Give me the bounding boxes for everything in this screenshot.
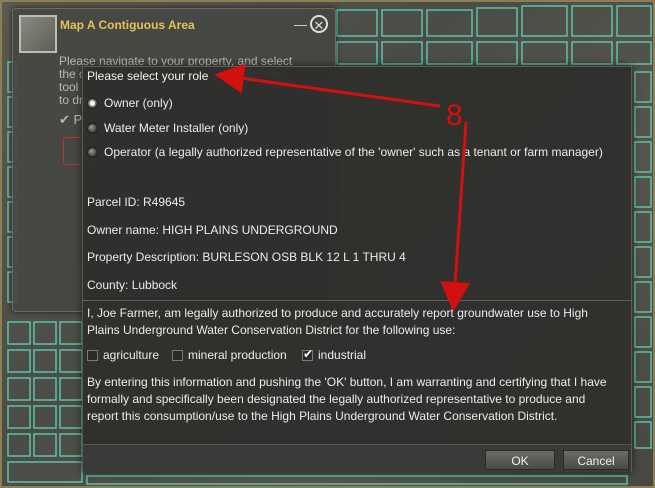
panel-title: Map A Contiguous Area [60,18,195,32]
role-label-owner: Owner (only) [104,96,173,110]
role-label-operator: Operator (a legally authorized represent… [104,145,603,159]
role-option-water-meter-installer[interactable]: Water Meter Installer (only) [87,121,248,135]
use-label-industrial: industrial [318,348,367,362]
panel-checkbox[interactable]: ✔ P [59,112,82,128]
annotation-number: 8 [446,99,463,132]
map-thumbnail-icon [19,15,57,53]
role-label-water-meter-installer: Water Meter Installer (only) [104,121,249,135]
section-divider [83,300,631,301]
use-label-mineral-production: mineral production [188,348,287,362]
use-option-agriculture[interactable]: agriculture [87,348,159,362]
county: County: Lubbock [87,278,178,292]
use-label-agriculture: agriculture [103,348,160,362]
certification-text: I, Joe Farmer, am legally authorized to … [87,306,588,337]
radio-water-meter-installer[interactable] [87,122,98,134]
property-description: Property Description: BURLESON OSB BLK 1… [87,250,406,264]
checkbox-agriculture[interactable] [87,349,98,361]
minimize-icon[interactable]: — [294,17,307,32]
role-heading: Please select your role [87,69,209,83]
cancel-button[interactable]: Cancel [563,450,629,470]
use-option-mineral-production[interactable]: mineral production [172,348,287,362]
use-option-industrial[interactable]: industrial [302,347,367,362]
parcel-id: Parcel ID: R49645 [87,195,186,209]
owner-name: Owner name: HIGH PLAINS UNDERGROUND [87,223,338,237]
radio-owner[interactable] [87,97,98,109]
select-role-dialog: Please select your role Owner (only) Wat… [82,66,632,472]
role-option-owner[interactable]: Owner (only) [87,96,173,110]
panel-checkbox-label: P [73,112,83,127]
checkbox-mineral-production[interactable] [172,349,183,361]
checkbox-industrial[interactable] [302,347,313,361]
radio-operator[interactable] [87,146,98,158]
warranty-text: By entering this information and pushing… [87,375,607,423]
close-icon[interactable]: ✕ [310,15,328,33]
ok-button[interactable]: OK [485,450,555,470]
role-option-operator[interactable]: Operator (a legally authorized represent… [87,145,603,159]
